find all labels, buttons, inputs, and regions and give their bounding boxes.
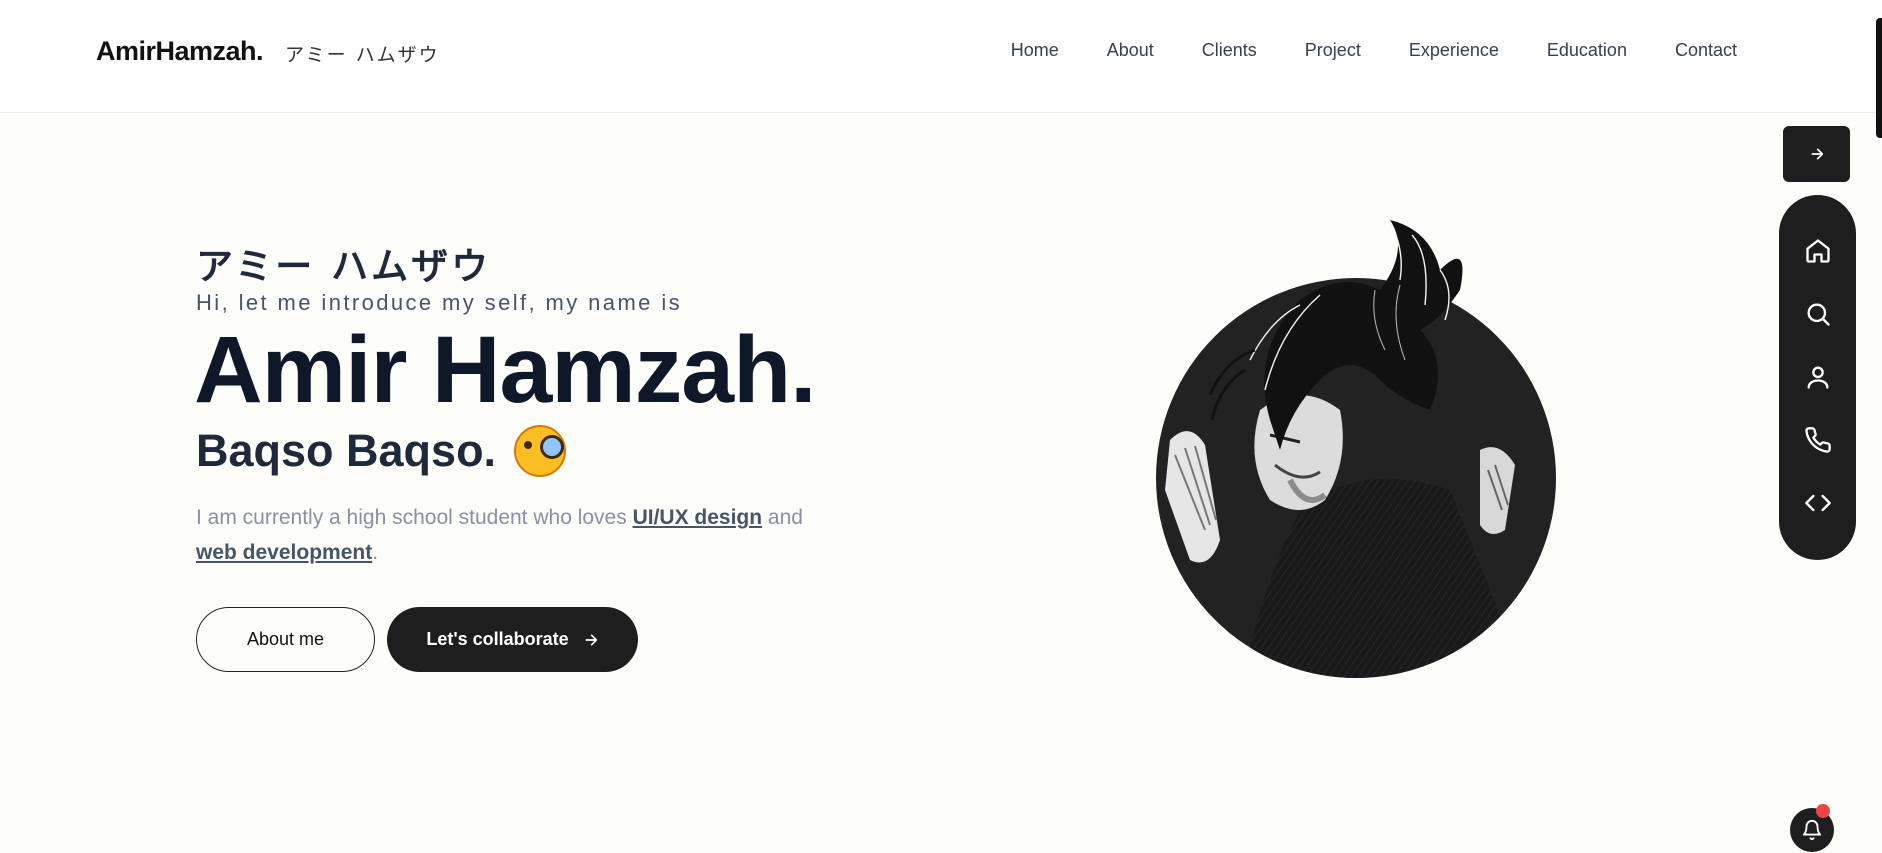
desc-prefix: I am currently a high school student who… (196, 506, 633, 529)
face-with-monocle-icon (514, 425, 567, 477)
nav-clients[interactable]: Clients (1202, 40, 1257, 61)
uiux-design-link[interactable]: UI/UX design (633, 506, 763, 529)
dock-projects-button[interactable] (1802, 487, 1834, 519)
hero-name: Amir Hamzah. (194, 317, 817, 423)
collaborate-button[interactable]: Let's collaborate (387, 607, 638, 672)
hero-subtitle: Baqso Baqso. (196, 425, 567, 477)
arrow-right-icon (1811, 148, 1823, 160)
nav-home[interactable]: Home (1011, 40, 1059, 61)
hero-japanese-name: アミー ハムザウ (196, 244, 492, 288)
nav-about[interactable]: About (1107, 40, 1154, 61)
portrait-illustration (1156, 220, 1556, 678)
scrollbar[interactable] (1876, 18, 1882, 138)
user-icon (1807, 366, 1828, 389)
about-me-button[interactable]: About me (196, 607, 375, 672)
nav-contact[interactable]: Contact (1675, 40, 1737, 61)
brand-logo[interactable]: AmirHamzah. (96, 36, 264, 67)
dock-profile-button[interactable] (1802, 361, 1834, 393)
arrow-right-icon (585, 634, 597, 645)
hero-intro: Hi, let me introduce my self, my name is (196, 290, 683, 315)
web-development-link[interactable]: web development (196, 541, 372, 564)
nav-project[interactable]: Project (1305, 40, 1361, 61)
brand-japanese-name: アミー ハムザウ (285, 44, 440, 66)
hero-subtitle-text: Baqso Baqso. (196, 425, 497, 476)
collaborate-label: Let's collaborate (426, 629, 569, 649)
bell-icon (1802, 820, 1822, 841)
dock-toggle-button[interactable] (1783, 126, 1850, 182)
nav-education[interactable]: Education (1547, 40, 1627, 61)
search-icon (1807, 303, 1830, 326)
dock-search-button[interactable] (1802, 298, 1834, 330)
site-header: AmirHamzah. アミー ハムザウ Home About Clients … (0, 0, 1882, 113)
dock-home-button[interactable] (1802, 235, 1834, 267)
desc-mid: and (762, 506, 803, 529)
desc-suffix: . (372, 541, 379, 564)
main-nav: Home About Clients Project Experience Ed… (1011, 40, 1737, 61)
nav-experience[interactable]: Experience (1409, 40, 1499, 61)
hero-description: I am currently a high school student who… (196, 500, 856, 570)
home-icon (1805, 239, 1830, 263)
dock-contact-button[interactable] (1802, 424, 1834, 456)
notification-dot (1816, 804, 1830, 818)
about-me-label: About me (246, 629, 325, 649)
side-dock (1779, 195, 1856, 560)
phone-icon (1804, 427, 1831, 453)
code-icon (1804, 494, 1831, 512)
